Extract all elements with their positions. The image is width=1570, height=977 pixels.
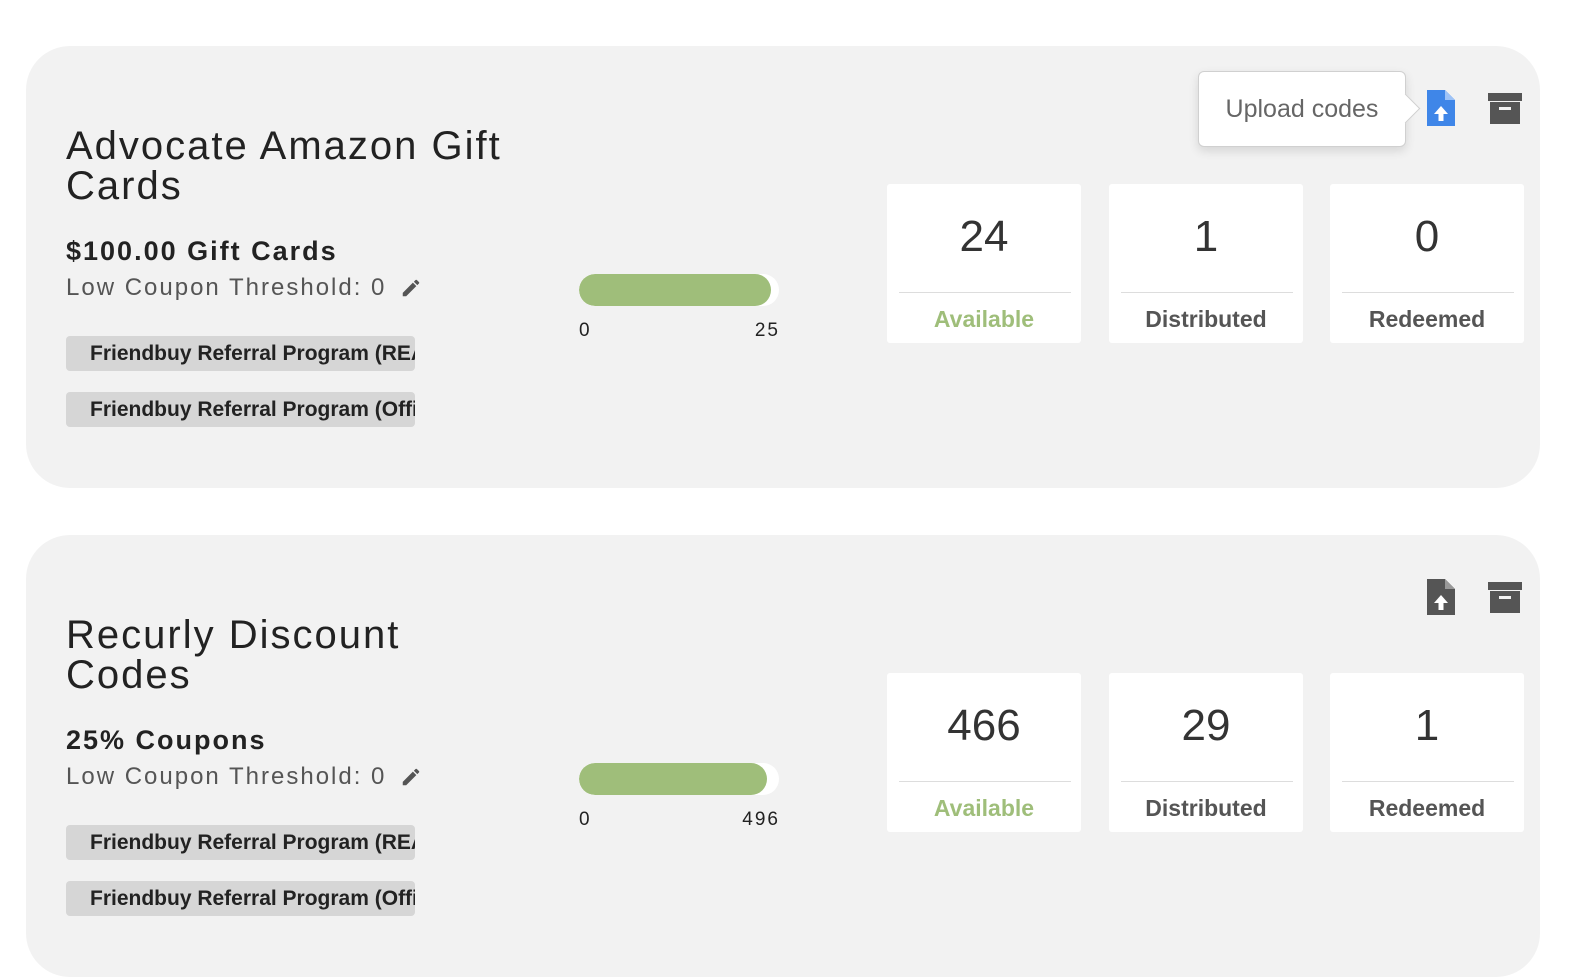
stat-divider [899, 292, 1071, 293]
progress-max-label: 496 [742, 809, 780, 830]
threshold-label: Low Coupon Threshold: 0 [66, 274, 387, 301]
coupon-card: Advocate Amazon Gift Cards $100.00 Gift … [26, 46, 1540, 488]
stat-distributed: 29 Distributed [1109, 673, 1303, 832]
low-coupon-threshold: Low Coupon Threshold: 0 [66, 763, 422, 791]
availability-progress-bar [579, 763, 779, 795]
stat-divider [1342, 292, 1514, 293]
stat-value: 0 [1414, 212, 1440, 261]
archive-icon[interactable] [1487, 88, 1523, 128]
progress-fill [579, 763, 767, 795]
threshold-label: Low Coupon Threshold: 0 [66, 763, 387, 790]
program-tag[interactable]: Friendbuy Referral Program (Official) [66, 392, 415, 427]
stat-divider [1121, 292, 1293, 293]
upload-file-icon[interactable] [1423, 577, 1459, 617]
stat-divider [1342, 781, 1514, 782]
stat-divider [899, 781, 1071, 782]
progress-max-label: 25 [754, 320, 780, 341]
program-tag[interactable]: Friendbuy Referral Program (Official) [66, 881, 415, 916]
card-title-line: Recurly Discount [66, 613, 401, 657]
stat-value: 1 [1193, 212, 1219, 261]
card-subtitle: 25% Coupons [66, 725, 267, 755]
stat-value: 29 [1181, 701, 1231, 750]
edit-pencil-icon[interactable] [400, 766, 422, 788]
progress-min-label: 0 [579, 320, 592, 341]
card-subtitle: $100.00 Gift Cards [66, 236, 338, 266]
card-title-line: Codes [66, 653, 192, 697]
stat-label: Distributed [1145, 795, 1267, 821]
stat-label: Distributed [1145, 306, 1267, 332]
stat-value: 466 [947, 701, 1021, 750]
program-tag[interactable]: Friendbuy Referral Program (REAL) [66, 825, 415, 860]
coupon-card: Recurly Discount Codes 25% Coupons Low C… [26, 535, 1540, 977]
program-tag[interactable]: Friendbuy Referral Program (REAL) [66, 336, 415, 371]
stat-value: 1 [1414, 701, 1440, 750]
stat-label: Available [933, 795, 1035, 821]
stat-value: 24 [959, 212, 1009, 261]
stat-label: Redeemed [1368, 306, 1486, 332]
upload-file-icon[interactable] [1423, 88, 1459, 128]
archive-icon[interactable] [1487, 577, 1523, 617]
low-coupon-threshold: Low Coupon Threshold: 0 [66, 274, 422, 302]
stat-redeemed: 1 Redeemed [1330, 673, 1524, 832]
stat-available: 24 Available [887, 184, 1081, 343]
edit-pencil-icon[interactable] [400, 277, 422, 299]
availability-progress-bar [579, 274, 779, 306]
card-title: Recurly Discount Codes [66, 615, 400, 695]
stat-distributed: 1 Distributed [1109, 184, 1303, 343]
stat-label: Available [933, 306, 1035, 332]
card-title-line: Advocate Amazon Gift [66, 124, 502, 168]
stat-divider [1121, 781, 1293, 782]
card-title-line: Cards [66, 164, 183, 208]
progress-fill [579, 274, 771, 306]
stat-available: 466 Available [887, 673, 1081, 832]
stat-label: Redeemed [1368, 795, 1486, 821]
stat-redeemed: 0 Redeemed [1330, 184, 1524, 343]
card-title: Advocate Amazon Gift Cards [66, 126, 502, 206]
upload-codes-tooltip: Upload codes [1198, 71, 1406, 147]
progress-min-label: 0 [579, 809, 592, 830]
